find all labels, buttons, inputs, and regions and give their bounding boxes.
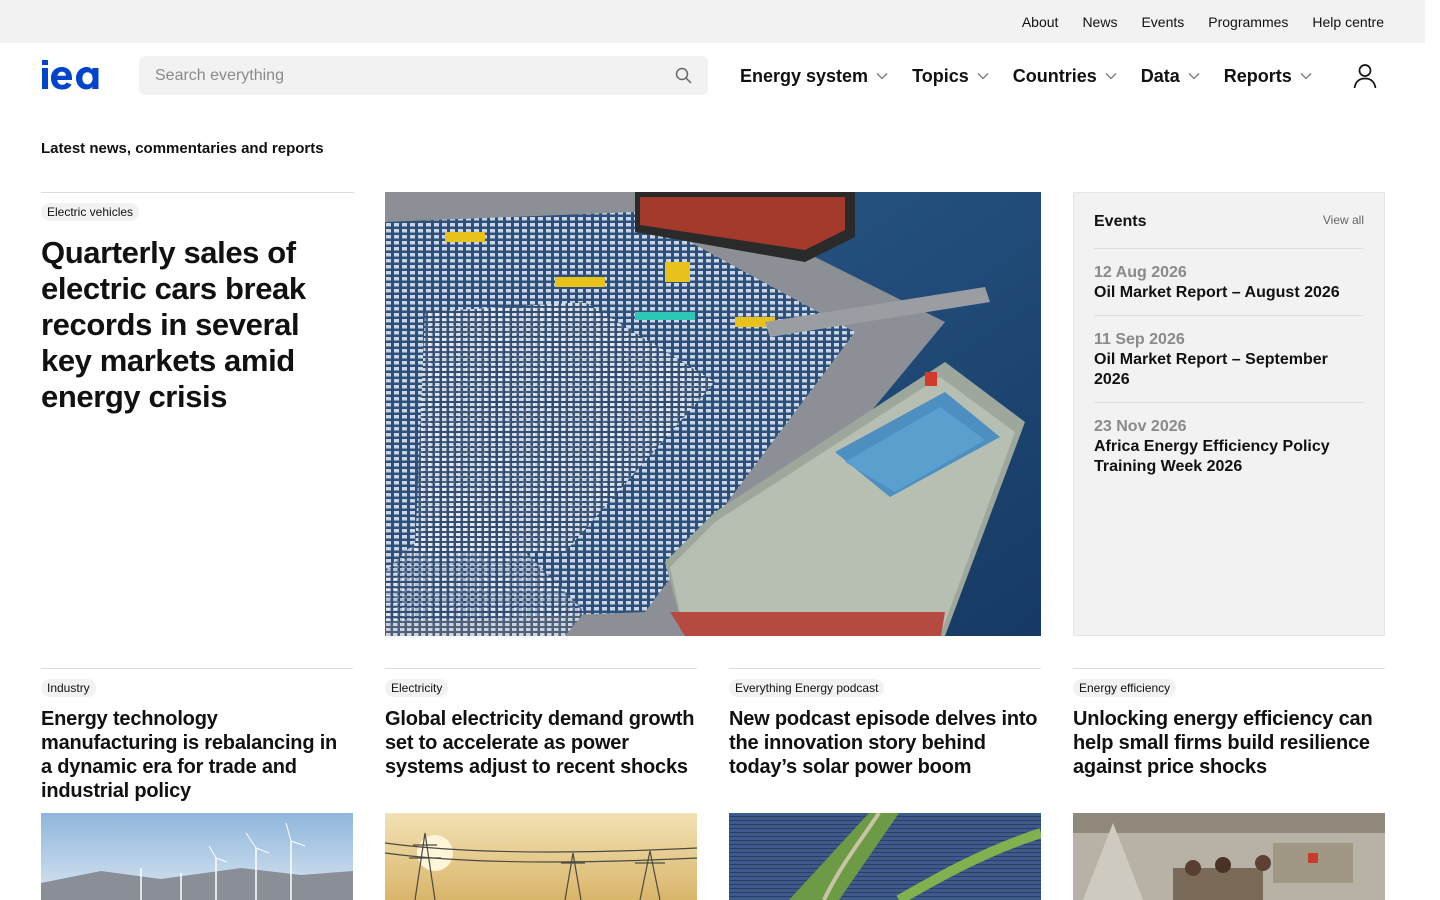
card-image-power-lines[interactable] xyxy=(385,813,697,900)
user-account-icon[interactable] xyxy=(1353,63,1377,89)
nav-label: Energy system xyxy=(740,65,869,86)
utility-link-about[interactable]: About xyxy=(1022,14,1059,30)
chevron-down-icon xyxy=(876,73,888,80)
article-card-electricity[interactable]: Electricity Global electricity demand gr… xyxy=(385,668,697,779)
event-title[interactable]: Africa Energy Efficiency Policy Training… xyxy=(1094,437,1364,477)
wind-turbines-photo xyxy=(41,813,353,900)
nav-countries[interactable]: Countries xyxy=(1013,66,1117,87)
card-title[interactable]: Energy technology manufacturing is rebal… xyxy=(41,707,353,803)
card-image-solar-farm[interactable] xyxy=(729,813,1041,900)
events-header: Events View all xyxy=(1094,213,1364,249)
solar-farm-photo xyxy=(729,813,1041,900)
search-bar xyxy=(139,56,708,95)
event-date: 11 Sep 2026 xyxy=(1094,331,1185,348)
card-tag[interactable]: Everything Energy podcast xyxy=(729,679,885,697)
card-title[interactable]: Global electricity demand growth set to … xyxy=(385,707,697,779)
article-card-energy-efficiency[interactable]: Energy efficiency Unlocking energy effic… xyxy=(1073,668,1385,779)
card-title[interactable]: New podcast episode delves into the inno… xyxy=(729,707,1041,779)
iea-logo-icon xyxy=(42,60,99,90)
power-lines-photo xyxy=(385,813,697,900)
search-icon[interactable] xyxy=(675,67,692,84)
nav-label: Topics xyxy=(912,65,969,86)
featured-article[interactable]: Electric vehicles Quarterly sales of ele… xyxy=(41,192,354,415)
main-nav: Energy system Topics Countries Data Repo… xyxy=(740,43,1336,109)
event-date: 23 Nov 2026 xyxy=(1094,418,1187,435)
nav-energy-system[interactable]: Energy system xyxy=(740,66,888,87)
event-title[interactable]: Oil Market Report – September 2026 xyxy=(1094,350,1364,390)
workshop-photo xyxy=(1073,813,1385,900)
events-panel: Events View all 12 Aug 2026 Oil Market R… xyxy=(1073,192,1385,636)
event-date: 12 Aug 2026 xyxy=(1094,264,1187,281)
nav-topics[interactable]: Topics xyxy=(912,66,989,87)
event-item[interactable]: 12 Aug 2026 Oil Market Report – August 2… xyxy=(1094,249,1364,316)
card-title[interactable]: Unlocking energy efficiency can help sma… xyxy=(1073,707,1385,779)
card-image-wind-turbines[interactable] xyxy=(41,813,353,900)
utility-bar: About News Events Programmes Help centre xyxy=(0,0,1425,43)
events-title: Events xyxy=(1094,213,1147,230)
card-tag[interactable]: Energy efficiency xyxy=(1073,679,1177,697)
view-all-events-link[interactable]: View all xyxy=(1323,213,1364,227)
featured-tag[interactable]: Electric vehicles xyxy=(41,203,140,221)
nav-label: Countries xyxy=(1012,65,1097,86)
section-title: Latest news, commentaries and reports xyxy=(41,140,324,157)
card-tag[interactable]: Electricity xyxy=(385,679,449,697)
article-card-industry[interactable]: Industry Energy technology manufacturing… xyxy=(41,668,353,803)
event-title[interactable]: Oil Market Report – August 2026 xyxy=(1094,283,1364,303)
event-item[interactable]: 23 Nov 2026 Africa Energy Efficiency Pol… xyxy=(1094,403,1364,489)
nav-data[interactable]: Data xyxy=(1141,66,1200,87)
utility-link-events[interactable]: Events xyxy=(1141,14,1184,30)
article-card-podcast[interactable]: Everything Energy podcast New podcast ep… xyxy=(729,668,1041,779)
chevron-down-icon xyxy=(977,73,989,80)
nav-label: Reports xyxy=(1223,65,1292,86)
event-item[interactable]: 11 Sep 2026 Oil Market Report – Septembe… xyxy=(1094,316,1364,403)
chevron-down-icon xyxy=(1188,73,1200,80)
nav-reports[interactable]: Reports xyxy=(1224,66,1312,87)
utility-link-programmes[interactable]: Programmes xyxy=(1208,14,1288,30)
utility-link-news[interactable]: News xyxy=(1082,14,1117,30)
hero-photo xyxy=(385,192,1041,636)
chevron-down-icon xyxy=(1300,73,1312,80)
iea-logo[interactable] xyxy=(41,60,111,90)
main-header: Energy system Topics Countries Data Repo… xyxy=(0,43,1425,109)
utility-link-help-centre[interactable]: Help centre xyxy=(1312,14,1384,30)
nav-label: Data xyxy=(1140,65,1180,86)
card-tag[interactable]: Industry xyxy=(41,679,96,697)
utility-nav: About News Events Programmes Help centre xyxy=(1022,0,1384,43)
card-image-workshop[interactable] xyxy=(1073,813,1385,900)
featured-title[interactable]: Quarterly sales of electric cars break r… xyxy=(41,235,354,415)
search-input[interactable] xyxy=(139,56,639,95)
chevron-down-icon xyxy=(1105,73,1117,80)
hero-image-car-port[interactable] xyxy=(385,192,1041,636)
